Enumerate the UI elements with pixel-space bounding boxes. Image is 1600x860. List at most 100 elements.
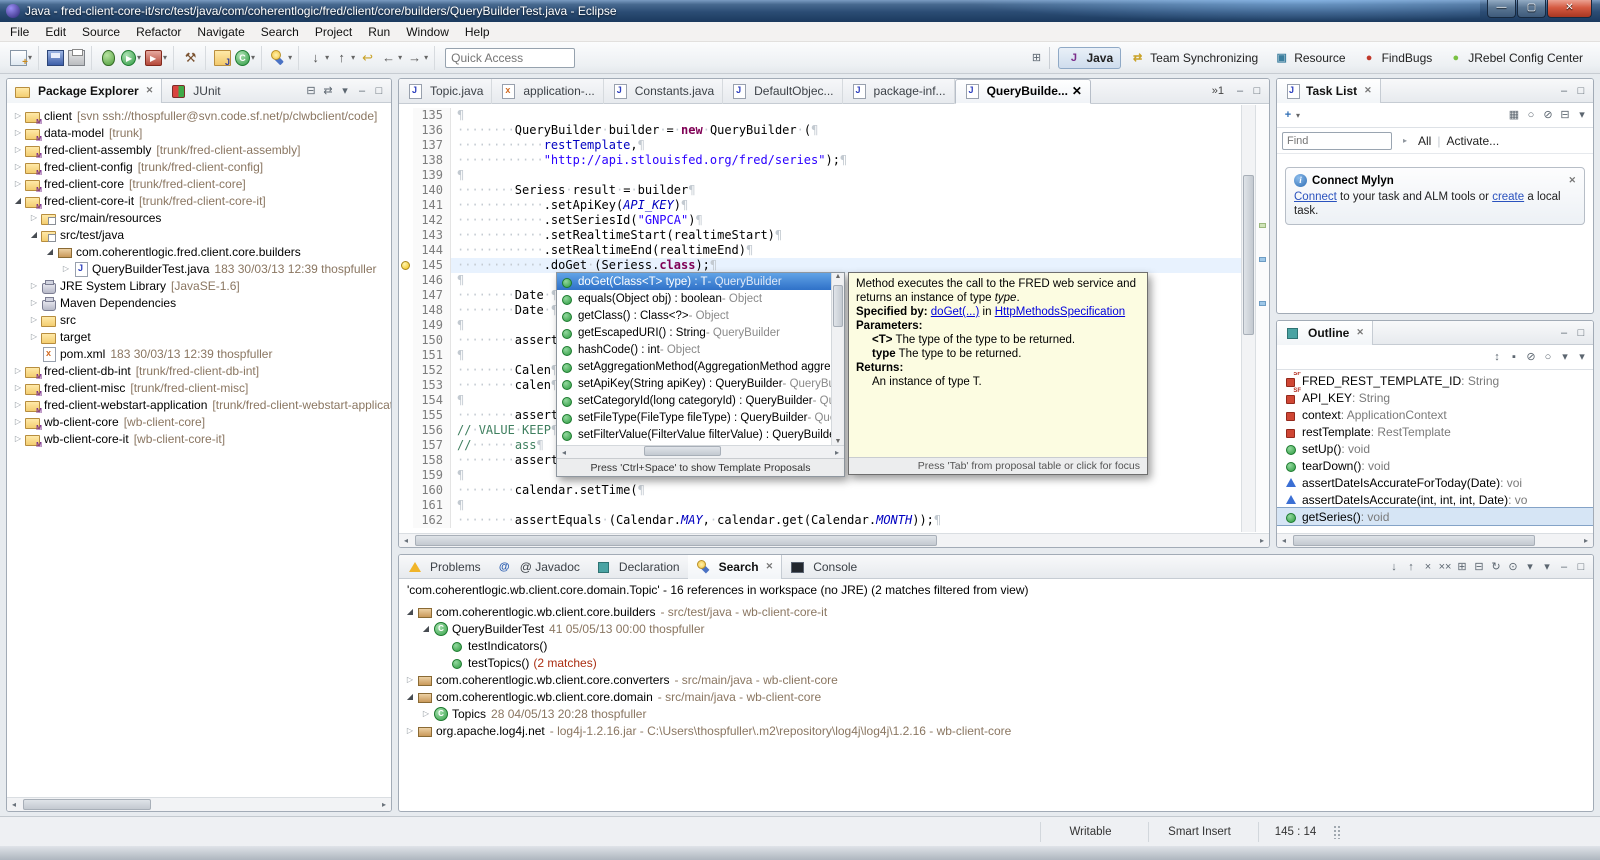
tree-item[interactable]: ▷ com.coherentlogic.wb.client.core.conver… bbox=[399, 671, 1593, 688]
code-line[interactable]: 145 ············.doGet·(Seriess.class);¶ bbox=[399, 258, 1241, 273]
new-task-icon[interactable]: + bbox=[1281, 107, 1295, 123]
scheduled-icon[interactable]: ○ bbox=[1524, 107, 1538, 123]
menu-project[interactable]: Project bbox=[307, 23, 360, 41]
code-line[interactable]: 136 ········QueryBuilder·builder·=·new·Qu… bbox=[399, 123, 1241, 138]
run-button[interactable]: ▾ bbox=[119, 48, 143, 68]
previous-annotation-button[interactable]: ↑ ▾ bbox=[331, 48, 357, 68]
maximize-icon[interactable]: □ bbox=[1574, 559, 1588, 575]
search-button[interactable]: ▾ bbox=[268, 48, 294, 68]
minimize-icon[interactable]: – bbox=[1233, 83, 1247, 99]
remove-selected-icon[interactable]: × bbox=[1421, 559, 1435, 575]
proposal-item[interactable]: setFileType(FileType fileType) : QueryBu… bbox=[557, 409, 831, 426]
tree-item[interactable]: ▷ src/main/resources bbox=[7, 209, 391, 226]
tab-package-explorer[interactable]: Package Explorer ✕ bbox=[7, 79, 163, 103]
twistie-icon[interactable]: ▷ bbox=[11, 400, 25, 409]
remove-all-matches-icon[interactable]: ×× bbox=[1438, 559, 1452, 575]
tree-item[interactable]: ▷ wb-client-core [wb-client-core] bbox=[7, 413, 391, 432]
activate-button[interactable]: Activate... bbox=[1446, 134, 1499, 148]
quick-access-input[interactable] bbox=[445, 47, 576, 68]
minimize-icon[interactable]: – bbox=[1557, 83, 1571, 99]
editor-hscrollbar[interactable]: ◂ ▸ bbox=[399, 533, 1269, 547]
view-menu-icon[interactable]: ▾ bbox=[1575, 349, 1589, 365]
window-minimize-button[interactable]: — bbox=[1487, 0, 1516, 18]
twistie-icon[interactable]: ◢ bbox=[27, 230, 41, 239]
tree-item[interactable]: testTopics() (2 matches) bbox=[399, 654, 1593, 671]
proposal-item[interactable]: getClass() : Class<?> - Object bbox=[557, 307, 831, 324]
twistie-icon[interactable]: ▷ bbox=[11, 179, 25, 188]
close-icon[interactable]: ✕ bbox=[1364, 85, 1372, 96]
save-button[interactable] bbox=[45, 48, 66, 68]
close-icon[interactable]: ✕ bbox=[1568, 175, 1576, 186]
twistie-icon[interactable]: ▷ bbox=[419, 709, 433, 718]
minimize-icon[interactable]: – bbox=[1557, 325, 1571, 341]
tree-item[interactable]: ◢ fred-client-core-it [trunk/fred-client-c… bbox=[7, 192, 391, 211]
previous-match-icon[interactable]: ↑ bbox=[1404, 559, 1418, 575]
menu-source[interactable]: Source bbox=[74, 23, 128, 41]
code-line[interactable]: 135 ¶ bbox=[399, 108, 1241, 123]
tree-item[interactable]: ▷ fred-client-config [trunk/fred-client-co… bbox=[7, 158, 391, 177]
tree-item[interactable]: ▷ JRE System Library [JavaSE-1.6] bbox=[7, 277, 391, 294]
twistie-icon[interactable]: ▷ bbox=[27, 298, 41, 307]
maximize-icon[interactable]: □ bbox=[1574, 325, 1588, 341]
editor-overview-ruler[interactable] bbox=[1255, 105, 1269, 532]
tree-item[interactable]: ▷ org.apache.log4j.net - log4j-1.2.16.jar … bbox=[399, 722, 1593, 739]
menu-refactor[interactable]: Refactor bbox=[128, 23, 189, 41]
tree-item[interactable]: pom.xml 183 30/03/13 12:39 thospfuller bbox=[7, 345, 391, 362]
code-line[interactable]: 142 ············.setSeriesId("GNPCA")¶ bbox=[399, 213, 1241, 228]
tab-declaration[interactable]: Declaration bbox=[588, 555, 688, 579]
scope-arrow-icon[interactable]: ▸ bbox=[1398, 136, 1412, 145]
print-button[interactable] bbox=[66, 48, 87, 68]
scroll-left-icon[interactable]: ◂ bbox=[399, 536, 413, 545]
twistie-icon[interactable]: ▷ bbox=[27, 281, 41, 290]
menu-edit[interactable]: Edit bbox=[37, 23, 74, 41]
tree-item[interactable]: ▷ target bbox=[7, 328, 391, 345]
code-line[interactable]: 162 ········assertEquals·(Calendar.MAY,·c… bbox=[399, 513, 1241, 528]
close-icon[interactable]: ✕ bbox=[1356, 327, 1364, 338]
hide-non-public-icon[interactable]: ○ bbox=[1541, 349, 1555, 365]
perspective-java[interactable]: J Java bbox=[1058, 46, 1122, 69]
outline-item[interactable]: setUp() : void bbox=[1277, 440, 1593, 457]
maximize-icon[interactable]: □ bbox=[1250, 83, 1264, 99]
twistie-icon[interactable]: ◢ bbox=[403, 607, 417, 616]
scope-all-button[interactable]: All bbox=[1418, 134, 1431, 148]
next-match-icon[interactable]: ↓ bbox=[1387, 559, 1401, 575]
tree-item[interactable]: ▷ client [svn ssh://thospfuller@svn.code.s… bbox=[7, 107, 391, 126]
proposal-item[interactable]: setFilterValue(FilterValue filterValue) … bbox=[557, 426, 831, 443]
expand-all-icon[interactable]: ⊞ bbox=[1455, 559, 1469, 575]
tab-search[interactable]: Search ✕ bbox=[687, 555, 783, 579]
code-line[interactable]: 140 ········Seriess·result·=·builder¶ bbox=[399, 183, 1241, 198]
doget-link[interactable]: doGet(...) bbox=[931, 306, 980, 318]
filter-tasks-icon[interactable]: ⊘ bbox=[1541, 107, 1555, 123]
tree-item[interactable]: ◢ com.coherentlogic.wb.client.core.domain… bbox=[399, 688, 1593, 705]
tree-item[interactable]: ▷ data-model [trunk] bbox=[7, 124, 391, 143]
link-with-editor-icon[interactable]: ⇄ bbox=[321, 83, 335, 99]
perspective-resource[interactable]: ▣ Resource bbox=[1267, 48, 1352, 68]
tree-item[interactable]: ▷ fred-client-webstart-application [trunk/… bbox=[7, 396, 391, 415]
popup-vscrollbar[interactable]: ▲ ▼ bbox=[831, 273, 844, 445]
twistie-icon[interactable]: ▷ bbox=[27, 213, 41, 222]
external-tools-button[interactable]: ▾ bbox=[143, 48, 169, 68]
code-line[interactable]: 137 ············restTemplate,¶ bbox=[399, 138, 1241, 153]
scroll-right-icon[interactable]: ▸ bbox=[1255, 536, 1269, 545]
proposal-item[interactable]: setApiKey(String apiKey) : QueryBuilder … bbox=[557, 375, 831, 392]
twistie-icon[interactable]: ▷ bbox=[27, 315, 41, 324]
twistie-icon[interactable]: ▷ bbox=[11, 417, 25, 426]
outline-item[interactable]: context : ApplicationContext bbox=[1277, 406, 1593, 423]
quick-fix-bulb-icon[interactable] bbox=[401, 261, 410, 270]
editor-vscrollbar[interactable] bbox=[1241, 105, 1255, 532]
menu-run[interactable]: Run bbox=[360, 23, 398, 41]
new-button[interactable]: ▾ bbox=[8, 48, 34, 68]
perspective-findbugs[interactable]: ● FindBugs bbox=[1355, 48, 1440, 68]
tree-item[interactable]: ▷ Maven Dependencies bbox=[7, 294, 391, 311]
menu-window[interactable]: Window bbox=[398, 23, 457, 41]
proposal-item[interactable]: setAggregationMethod(AggregationMethod a… bbox=[557, 358, 831, 375]
editor-tab-querybuilde-[interactable]: QueryBuilde... ✕ bbox=[954, 79, 1091, 104]
twistie-icon[interactable]: ▷ bbox=[11, 434, 25, 443]
tab-console[interactable]: Console bbox=[782, 555, 865, 579]
tree-item[interactable]: ▷ fred-client-core [trunk/fred-client-core… bbox=[7, 175, 391, 194]
window-maximize-button[interactable]: ▢ bbox=[1517, 0, 1546, 18]
twistie-icon[interactable]: ◢ bbox=[419, 624, 433, 633]
twistie-icon[interactable]: ▷ bbox=[11, 128, 25, 137]
scroll-left-icon[interactable]: ◂ bbox=[7, 800, 21, 809]
proposal-item[interactable]: setCategoryId(long categoryId) : QueryBu… bbox=[557, 392, 831, 409]
